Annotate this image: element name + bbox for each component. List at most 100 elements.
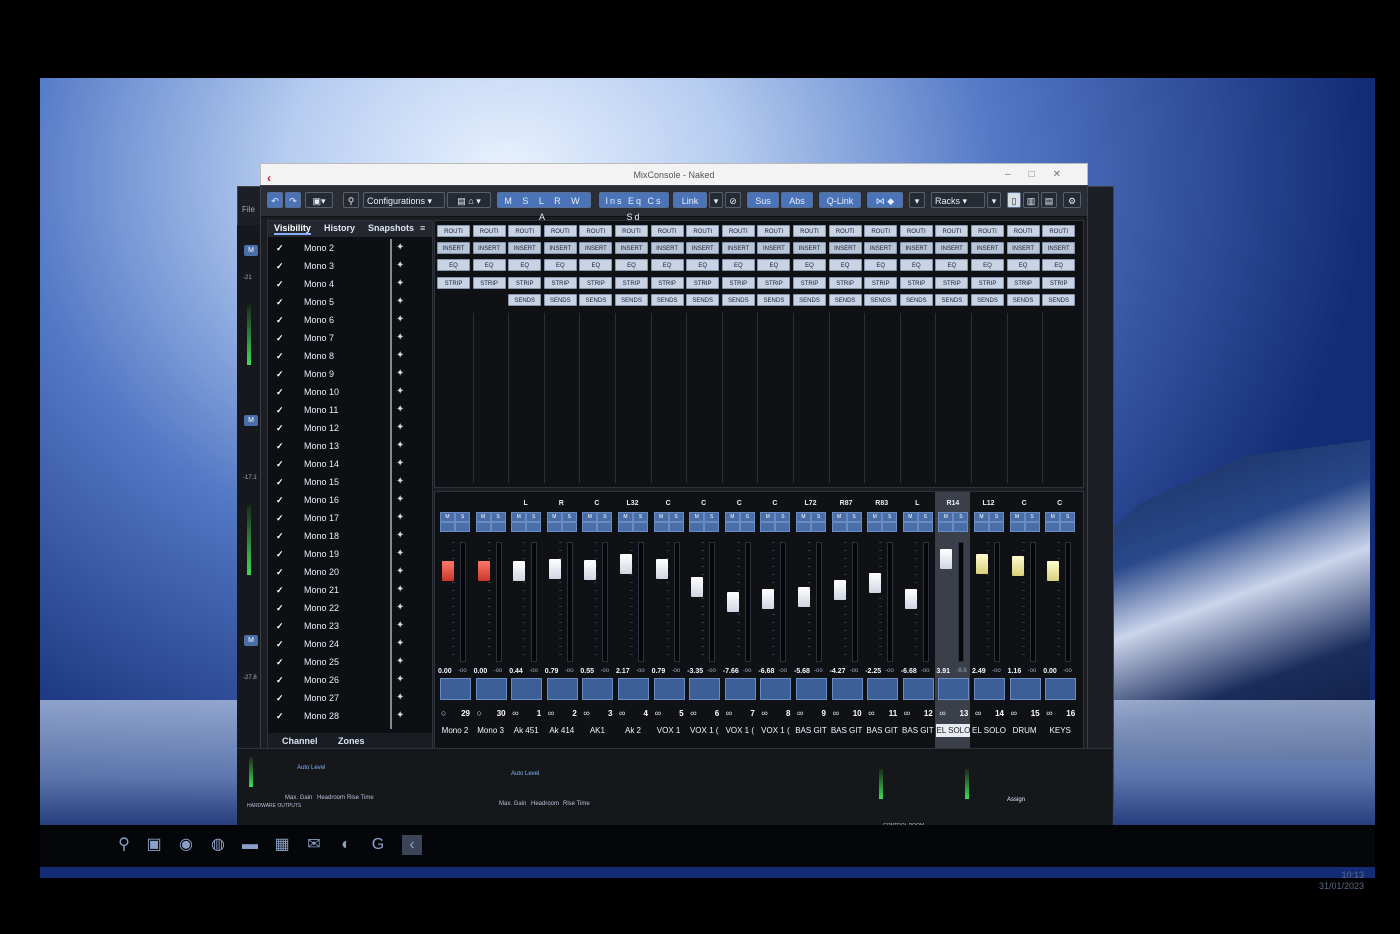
rack-inserts-slot[interactable]: INSERT bbox=[757, 242, 791, 254]
pan-value[interactable]: C bbox=[1042, 500, 1077, 507]
fader-track[interactable] bbox=[780, 542, 787, 662]
mute-button[interactable]: M bbox=[689, 512, 705, 522]
fader-handle[interactable] bbox=[726, 592, 739, 612]
fader-track[interactable] bbox=[958, 542, 965, 662]
edit-button[interactable] bbox=[1024, 522, 1040, 532]
rack-eq-slot[interactable]: EQ bbox=[971, 259, 1004, 271]
mute-button[interactable]: M bbox=[938, 512, 954, 522]
channel-label[interactable]: BAS GIT bbox=[865, 724, 899, 737]
fader-handle[interactable] bbox=[976, 554, 988, 574]
read-write-buttons[interactable] bbox=[831, 678, 863, 700]
visibility-check-icon[interactable]: ✓ bbox=[276, 383, 284, 401]
auto-level-label-2[interactable]: Auto Level bbox=[511, 771, 539, 777]
rack-inserts-slot[interactable]: INSERT bbox=[721, 242, 755, 254]
rack-routing-slot[interactable]: ROUTI bbox=[935, 225, 969, 237]
visibility-check-icon[interactable]: ✓ bbox=[276, 599, 284, 617]
fader-track[interactable] bbox=[566, 542, 573, 662]
rack-inserts-slot[interactable]: INSERT bbox=[579, 242, 613, 254]
channel-visibility-row[interactable]: ✓ Mono 10 ✦ bbox=[268, 383, 418, 401]
rack-eq-slot[interactable]: EQ bbox=[1006, 259, 1040, 271]
read-write-buttons[interactable] bbox=[938, 678, 970, 700]
channel-label[interactable]: AK1 bbox=[580, 724, 614, 737]
rack-inserts-slot[interactable]: INSERT bbox=[615, 242, 648, 254]
rack-inserts-slot[interactable]: INSERT bbox=[1042, 242, 1076, 254]
channel-label[interactable]: Mono 2 bbox=[438, 724, 472, 737]
folder-icon[interactable]: ▬ bbox=[240, 835, 260, 855]
fader-handle[interactable] bbox=[548, 559, 561, 579]
rack-inserts-slot[interactable]: INSERT bbox=[899, 242, 933, 254]
fader-handle[interactable] bbox=[940, 549, 953, 569]
listen-button[interactable] bbox=[1045, 522, 1061, 532]
rack-routing-slot[interactable]: ROUTI bbox=[1006, 225, 1040, 237]
rack-routing-slot[interactable]: ROUTI bbox=[793, 225, 826, 237]
rack-sends-slot[interactable]: SENDS bbox=[793, 294, 826, 306]
listen-button[interactable] bbox=[796, 522, 811, 532]
rack-eq-slot[interactable]: EQ bbox=[615, 259, 648, 271]
fader-handle[interactable] bbox=[904, 589, 917, 609]
channel-visibility-row[interactable]: ✓ Mono 21 ✦ bbox=[268, 581, 418, 599]
tab-snapshots[interactable]: Snapshots bbox=[368, 223, 414, 233]
window-layout-icon[interactable]: ▣▾ bbox=[305, 192, 333, 208]
read-write-buttons[interactable] bbox=[867, 678, 899, 700]
fader-track[interactable] bbox=[922, 542, 929, 662]
solo-button[interactable]: S bbox=[668, 512, 684, 522]
channel-visibility-row[interactable]: ✓ Mono 28 ✦ bbox=[268, 707, 418, 725]
mute-button[interactable]: M bbox=[475, 512, 491, 522]
visibility-check-icon[interactable]: ✓ bbox=[276, 311, 284, 329]
fader-handle[interactable] bbox=[691, 577, 704, 597]
listen-button[interactable] bbox=[689, 522, 705, 532]
link-icon[interactable]: ∞ bbox=[548, 708, 554, 718]
solo-button[interactable]: S bbox=[526, 512, 542, 522]
fader-handle[interactable] bbox=[655, 559, 668, 579]
rack-routing-slot[interactable]: ROUTI bbox=[650, 225, 684, 237]
mute-button[interactable]: M bbox=[440, 512, 455, 522]
listen-button[interactable] bbox=[582, 522, 598, 532]
link-icon[interactable]: ∞ bbox=[1046, 708, 1052, 718]
sidebar-menu-icon[interactable]: ≡ bbox=[420, 223, 425, 233]
pan-value[interactable]: L32 bbox=[615, 500, 650, 507]
link-icon[interactable]: ○ bbox=[477, 708, 482, 718]
volume-value[interactable]: 1.16 bbox=[1008, 668, 1022, 675]
rack-eq-slot[interactable]: EQ bbox=[757, 259, 791, 271]
rack-strip-slot[interactable]: STRIP bbox=[686, 277, 720, 289]
mute-button[interactable]: M bbox=[1045, 512, 1061, 522]
rack-strip-slot[interactable]: STRIP bbox=[935, 277, 969, 289]
volume-value[interactable]: 0.44 bbox=[509, 668, 523, 675]
listen-button[interactable] bbox=[902, 522, 918, 532]
channel-visibility-row[interactable]: ✓ Mono 2 ✦ bbox=[268, 239, 418, 257]
rack-sends-slot[interactable]: SENDS bbox=[1042, 294, 1076, 306]
menu-file[interactable]: File bbox=[242, 205, 255, 214]
rack-sends-slot[interactable]: SENDS bbox=[1006, 294, 1040, 306]
rack-strip-slot[interactable]: STRIP bbox=[615, 277, 648, 289]
rack-strip-slot[interactable]: STRIP bbox=[472, 277, 506, 289]
read-write-buttons[interactable] bbox=[511, 678, 543, 700]
listen-button[interactable] bbox=[511, 522, 527, 532]
channel-label[interactable]: EL SOLO bbox=[936, 724, 971, 737]
edit-button[interactable] bbox=[704, 522, 720, 532]
read-write-buttons[interactable] bbox=[974, 678, 1005, 700]
fader-track[interactable] bbox=[531, 542, 538, 662]
visibility-check-icon[interactable]: ✓ bbox=[276, 689, 284, 707]
rack-inserts-slot[interactable]: INSERT bbox=[686, 242, 720, 254]
pan-value[interactable]: R87 bbox=[829, 500, 864, 507]
tab-channel[interactable]: Channel bbox=[282, 736, 318, 746]
fader-track[interactable] bbox=[851, 542, 858, 662]
channel-visibility-row[interactable]: ✓ Mono 19 ✦ bbox=[268, 545, 418, 563]
search-icon[interactable]: ⚲ bbox=[114, 835, 134, 855]
rack-strip-slot[interactable]: STRIP bbox=[1006, 277, 1040, 289]
fader-track[interactable] bbox=[744, 542, 751, 662]
fader-track[interactable] bbox=[1065, 542, 1072, 662]
visibility-check-icon[interactable]: ✓ bbox=[276, 437, 284, 455]
listen-button[interactable] bbox=[867, 522, 883, 532]
visibility-check-icon[interactable]: ✓ bbox=[276, 473, 284, 491]
rack-routing-slot[interactable]: ROUTI bbox=[615, 225, 648, 237]
clear-icon[interactable]: ⊘ bbox=[725, 192, 741, 208]
link-icon[interactable]: ∞ bbox=[583, 708, 589, 718]
mute-button[interactable]: M bbox=[974, 512, 989, 522]
link-icon[interactable]: ∞ bbox=[655, 708, 661, 718]
channel-label[interactable]: BAS GIT bbox=[830, 724, 864, 737]
cubase-icon[interactable]: ◐ bbox=[336, 835, 356, 855]
pan-value[interactable]: C bbox=[1007, 500, 1042, 507]
rack-strip-slot[interactable]: STRIP bbox=[864, 277, 898, 289]
channel-visibility-row[interactable]: ✓ Mono 27 ✦ bbox=[268, 689, 418, 707]
